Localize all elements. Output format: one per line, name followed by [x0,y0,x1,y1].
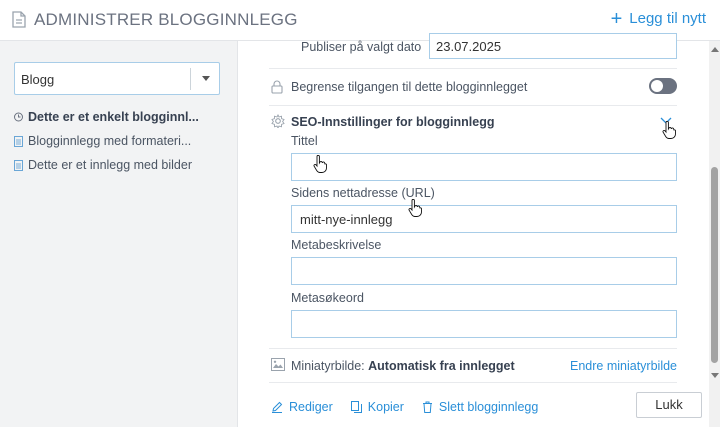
meta-description-label: Metabeskrivelse [291,238,382,252]
meta-keywords-label: Metasøkeord [291,291,364,305]
post-item-label: Blogginnlegg med formateri... [28,134,192,148]
change-thumbnail-link[interactable]: Endre miniatyrbilde [570,359,677,373]
post-item-1[interactable]: Dette er et enkelt blogginnl... [13,105,233,129]
scroll-down-arrow-icon[interactable] [711,373,719,378]
restrict-access-label: Begrense tilgangen til dette blogginnleg… [291,80,528,94]
publish-date-row: Publiser på valgt dato 23.07.2025 [301,33,681,62]
thumbnail-value: Automatisk fra innlegget [368,359,515,373]
restrict-access-row: Begrense tilgangen til dette blogginnleg… [271,78,677,102]
thumbnail-row: Miniatyrbilde: Automatisk fra innlegget … [271,357,677,377]
gear-icon [271,114,285,128]
thumbnail-label: Miniatyrbilde: Automatisk fra innlegget [291,359,515,373]
main-panel: Publiser på valgt dato 23.07.2025 Begren… [239,33,720,427]
add-new-button[interactable]: + Legg til nytt [610,7,706,30]
scroll-up-arrow-icon[interactable] [711,47,719,52]
blog-select-value: Blogg [21,72,55,87]
chevron-down-icon[interactable] [659,113,673,127]
close-button[interactable]: Lukk [636,392,702,418]
document-icon [14,135,23,147]
publish-date-input[interactable]: 23.07.2025 [429,33,677,59]
post-item-2[interactable]: Blogginnlegg med formateri... [13,129,233,153]
add-new-label: Legg til nytt [629,10,706,27]
publish-date-label: Publiser på valgt dato [301,40,422,54]
title-input[interactable] [291,153,677,181]
edit-label: Rediger [289,400,333,414]
post-item-label: Dette er et innlegg med bilder [28,158,192,172]
delete-button[interactable]: Slett blogginnlegg [422,400,538,414]
lock-icon [271,80,283,94]
divider [269,105,677,106]
chevron-down-icon[interactable] [202,76,210,81]
trash-icon [422,401,432,413]
seo-section-header[interactable]: SEO-Innstillinger for blogginnlegg [271,113,677,133]
document-icon [14,159,23,171]
scroll-thumb[interactable] [711,167,718,363]
clock-icon [14,112,23,122]
post-actions: Rediger Kopier Slett blogginnlegg [271,397,556,417]
thumbnail-label-text: Miniatyrbilde: [291,359,369,373]
copy-icon [350,401,362,413]
toggle-knob [651,80,663,92]
seo-section-title: SEO-Innstillinger for blogginnlegg [291,115,495,129]
select-divider [190,68,191,90]
plus-icon: + [610,7,623,30]
copy-label: Kopier [367,400,404,414]
divider [269,348,677,349]
post-item-3[interactable]: Dette er et innlegg med bilder [13,153,233,177]
pencil-icon [272,401,283,413]
scrollbar[interactable] [709,41,720,427]
post-item-label: Dette er et enkelt blogginnl... [28,110,199,124]
blog-select[interactable]: Blogg [14,62,220,95]
page-title: ADMINISTRER BLOGGINNLEGG [34,10,298,29]
restrict-access-toggle[interactable] [649,78,677,94]
copy-button[interactable]: Kopier [350,400,404,414]
divider [269,382,677,383]
meta-description-input[interactable] [291,257,677,285]
post-list: Dette er et enkelt blogginnl... Blogginn… [13,105,233,177]
url-input[interactable]: mitt-nye-innlegg [291,205,677,233]
meta-keywords-input[interactable] [291,310,677,338]
sidebar: Blogg Dette er et enkelt blogginnl... Bl… [0,41,238,427]
url-label: Sidens nettadresse (URL) [291,186,435,200]
delete-label: Slett blogginnlegg [438,400,539,414]
divider [269,68,677,69]
title-label: Tittel [291,134,318,148]
image-icon [271,358,285,371]
edit-button[interactable]: Rediger [271,400,333,414]
document-icon [12,11,26,28]
